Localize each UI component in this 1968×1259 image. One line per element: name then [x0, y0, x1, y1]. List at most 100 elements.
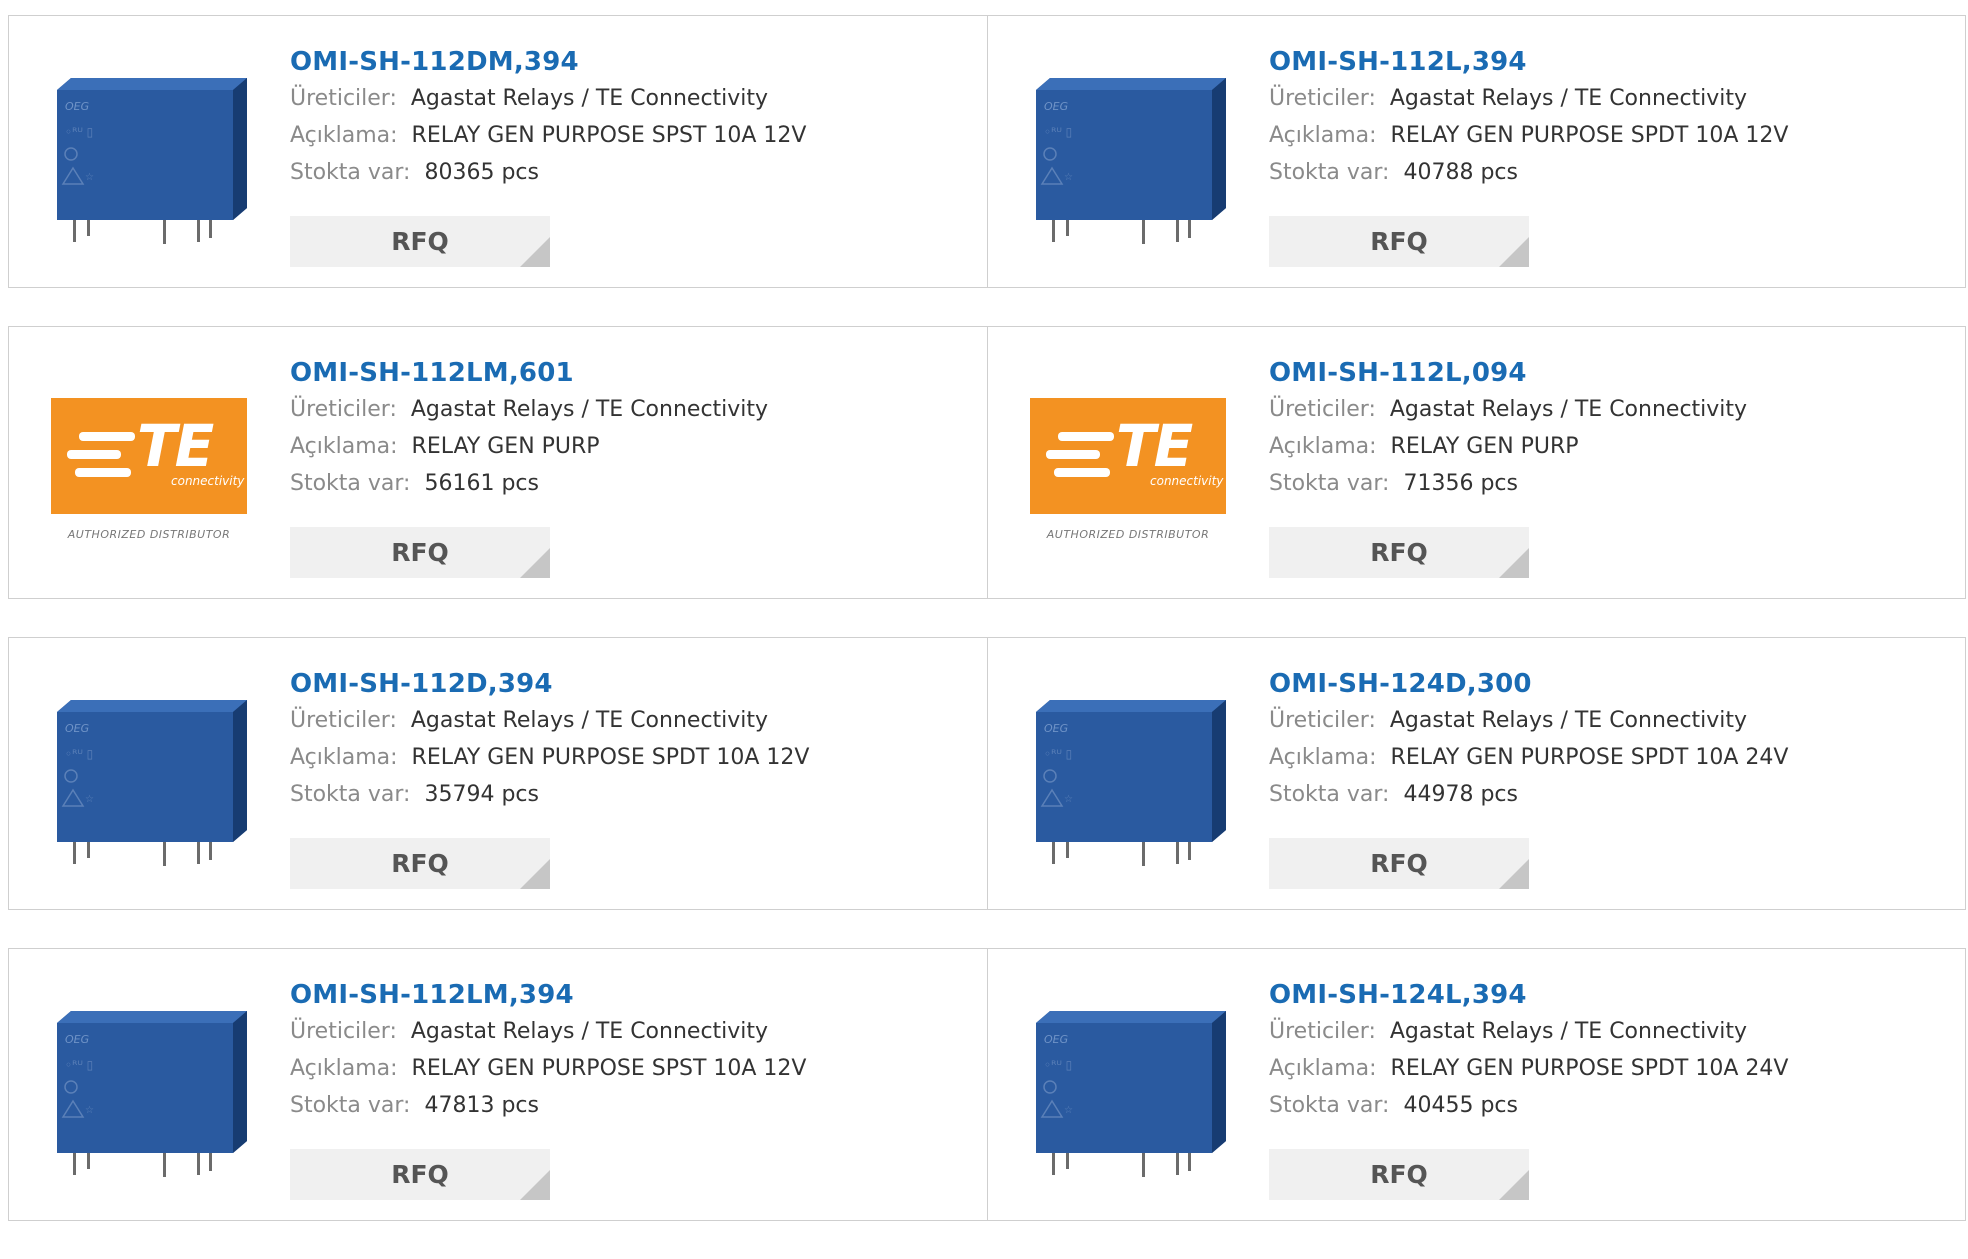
- stock-field: Stokta var: 40455 pcs: [1269, 1087, 1788, 1124]
- part-number-link[interactable]: OMI-SH-112DM,394: [290, 44, 806, 80]
- rfq-label: RFQ: [1370, 538, 1428, 567]
- description-label: Açıklama:: [290, 123, 398, 148]
- te-sub-text: connectivity: [1150, 473, 1224, 488]
- product-thumbnail[interactable]: OEG ◦ᴿᵁ ▯ ☆: [49, 682, 249, 878]
- manufacturer-field: Üreticiler: Agastat Relays / TE Connectiv…: [1269, 391, 1747, 428]
- stock-value: 80365 pcs: [424, 160, 539, 185]
- te-brand-text: TE: [1116, 411, 1193, 480]
- manufacturer-value: Agastat Relays / TE Connectivity: [1389, 708, 1748, 733]
- relay-image[interactable]: OEG ◦ᴿᵁ ▯ ☆: [49, 1001, 249, 1181]
- manufacturer-field: Üreticiler: Agastat Relays / TE Connectiv…: [290, 391, 768, 428]
- rfq-label: RFQ: [391, 538, 449, 567]
- product-thumbnail[interactable]: OEG ◦ᴿᵁ ▯ ☆: [49, 993, 249, 1189]
- relay-image[interactable]: OEG ◦ᴿᵁ ▯ ☆: [49, 690, 249, 870]
- description-value: RELAY GEN PURPOSE SPDT 10A 12V: [1390, 123, 1789, 148]
- part-number-link[interactable]: OMI-SH-112LM,601: [290, 355, 768, 391]
- part-number-link[interactable]: OMI-SH-112D,394: [290, 666, 809, 702]
- product-thumbnail[interactable]: TE connectivity AUTHORIZED DISTRIBUTOR: [1028, 371, 1228, 567]
- part-number-link[interactable]: OMI-SH-124L,394: [1269, 977, 1788, 1013]
- stock-label: Stokta var:: [1269, 471, 1390, 496]
- rfq-label: RFQ: [391, 1160, 449, 1189]
- product-card: OEG ◦ᴿᵁ ▯ ☆ OMI-SH-112D,394 Üreticiler: A…: [9, 638, 987, 909]
- manufacturer-label: Üreticiler:: [290, 397, 397, 422]
- description-value: RELAY GEN PURP: [1390, 434, 1579, 459]
- rfq-button[interactable]: RFQ: [1269, 216, 1529, 267]
- product-row: OEG ◦ᴿᵁ ▯ ☆ OMI-SH-112LM,394 Üreticiler:…: [8, 948, 1966, 1221]
- part-number-link[interactable]: OMI-SH-112L,094: [1269, 355, 1747, 391]
- description-field: Açıklama: RELAY GEN PURPOSE SPDT 10A 24V: [1269, 739, 1788, 776]
- svg-text:OEG: OEG: [65, 1033, 89, 1046]
- part-number-link[interactable]: OMI-SH-124D,300: [1269, 666, 1788, 702]
- product-info: OMI-SH-124D,300 Üreticiler: Agastat Relay…: [1269, 666, 1788, 813]
- svg-text:◦ᴿᵁ ▯: ◦ᴿᵁ ▯: [65, 125, 93, 139]
- relay-image[interactable]: OEG ◦ᴿᵁ ▯ ☆: [1028, 1001, 1228, 1181]
- stock-label: Stokta var:: [1269, 782, 1390, 807]
- stock-value: 40788 pcs: [1403, 160, 1518, 185]
- rfq-label: RFQ: [1370, 849, 1428, 878]
- relay-image[interactable]: OEG ◦ᴿᵁ ▯ ☆: [1028, 690, 1228, 870]
- stock-field: Stokta var: 35794 pcs: [290, 776, 809, 813]
- te-connectivity-logo[interactable]: TE connectivity AUTHORIZED DISTRIBUTOR: [1030, 397, 1226, 541]
- svg-text:☆: ☆: [1064, 794, 1073, 805]
- rfq-button[interactable]: RFQ: [290, 1149, 550, 1200]
- manufacturer-field: Üreticiler: Agastat Relays / TE Connectiv…: [290, 702, 809, 739]
- stock-label: Stokta var:: [290, 471, 411, 496]
- rfq-button[interactable]: RFQ: [290, 527, 550, 578]
- te-brand-text: TE: [137, 411, 214, 480]
- relay-image[interactable]: OEG ◦ᴿᵁ ▯ ☆: [49, 68, 249, 248]
- product-thumbnail[interactable]: OEG ◦ᴿᵁ ▯ ☆: [1028, 682, 1228, 878]
- rfq-button[interactable]: RFQ: [290, 838, 550, 889]
- part-number-link[interactable]: OMI-SH-112L,394: [1269, 44, 1788, 80]
- te-connectivity-logo[interactable]: TE connectivity AUTHORIZED DISTRIBUTOR: [51, 397, 247, 541]
- manufacturer-label: Üreticiler:: [1269, 86, 1376, 111]
- rfq-label: RFQ: [1370, 227, 1428, 256]
- rfq-label: RFQ: [391, 227, 449, 256]
- rfq-button[interactable]: RFQ: [1269, 838, 1529, 889]
- manufacturer-label: Üreticiler:: [1269, 708, 1376, 733]
- te-stripes-icon: [67, 431, 135, 477]
- stock-field: Stokta var: 80365 pcs: [290, 154, 806, 191]
- corner-triangle-icon: [520, 237, 550, 267]
- corner-triangle-icon: [520, 859, 550, 889]
- product-grid: OEG ◦ᴿᵁ ▯ ☆ OMI-SH-112DM,394 Üreticiler:…: [8, 15, 1966, 1259]
- manufacturer-value: Agastat Relays / TE Connectivity: [410, 86, 769, 111]
- svg-text:OEG: OEG: [1044, 722, 1068, 735]
- product-row: OEG ◦ᴿᵁ ▯ ☆ OMI-SH-112D,394 Üreticiler: A…: [8, 637, 1966, 910]
- manufacturer-value: Agastat Relays / TE Connectivity: [1389, 397, 1748, 422]
- te-logo-box: TE connectivity: [1030, 397, 1226, 514]
- rfq-button[interactable]: RFQ: [1269, 1149, 1529, 1200]
- product-card: TE connectivity AUTHORIZED DISTRIBUTOR O…: [987, 327, 1965, 598]
- relay-image[interactable]: OEG ◦ᴿᵁ ▯ ☆: [1028, 68, 1228, 248]
- corner-triangle-icon: [1499, 859, 1529, 889]
- rfq-button[interactable]: RFQ: [290, 216, 550, 267]
- product-thumbnail[interactable]: OEG ◦ᴿᵁ ▯ ☆: [49, 60, 249, 256]
- stock-value: 56161 pcs: [424, 471, 539, 496]
- svg-text:◦ᴿᵁ ▯: ◦ᴿᵁ ▯: [1044, 747, 1072, 761]
- product-info: OMI-SH-112DM,394 Üreticiler: Agastat Rela…: [290, 44, 806, 191]
- corner-triangle-icon: [1499, 548, 1529, 578]
- manufacturer-value: Agastat Relays / TE Connectivity: [1389, 1019, 1748, 1044]
- manufacturer-label: Üreticiler:: [1269, 397, 1376, 422]
- product-thumbnail[interactable]: OEG ◦ᴿᵁ ▯ ☆: [1028, 60, 1228, 256]
- product-thumbnail[interactable]: TE connectivity AUTHORIZED DISTRIBUTOR: [49, 371, 249, 567]
- description-field: Açıklama: RELAY GEN PURPOSE SPDT 10A 24V: [1269, 1050, 1788, 1087]
- part-number-link[interactable]: OMI-SH-112LM,394: [290, 977, 806, 1013]
- stock-label: Stokta var:: [290, 160, 411, 185]
- description-value: RELAY GEN PURPOSE SPDT 10A 24V: [1390, 1056, 1789, 1081]
- product-thumbnail[interactable]: OEG ◦ᴿᵁ ▯ ☆: [1028, 993, 1228, 1189]
- svg-text:◦ᴿᵁ ▯: ◦ᴿᵁ ▯: [65, 1058, 93, 1072]
- stock-value: 40455 pcs: [1403, 1093, 1518, 1118]
- product-card: TE connectivity AUTHORIZED DISTRIBUTOR O…: [9, 327, 987, 598]
- product-info: OMI-SH-124L,394 Üreticiler: Agastat Relay…: [1269, 977, 1788, 1124]
- rfq-button[interactable]: RFQ: [1269, 527, 1529, 578]
- description-value: RELAY GEN PURP: [411, 434, 600, 459]
- description-label: Açıklama:: [1269, 1056, 1377, 1081]
- manufacturer-value: Agastat Relays / TE Connectivity: [410, 1019, 769, 1044]
- description-value: RELAY GEN PURPOSE SPST 10A 12V: [411, 1056, 807, 1081]
- manufacturer-value: Agastat Relays / TE Connectivity: [410, 397, 769, 422]
- corner-triangle-icon: [520, 1170, 550, 1200]
- stock-label: Stokta var:: [1269, 1093, 1390, 1118]
- stock-field: Stokta var: 47813 pcs: [290, 1087, 806, 1124]
- manufacturer-label: Üreticiler:: [290, 86, 397, 111]
- authorized-distributor-text: AUTHORIZED DISTRIBUTOR: [1046, 527, 1210, 541]
